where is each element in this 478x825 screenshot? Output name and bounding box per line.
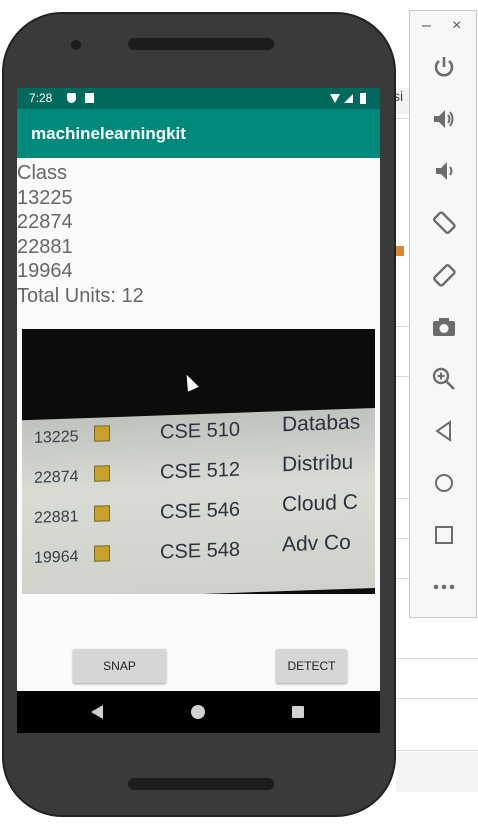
navigation-bar [17, 691, 380, 733]
desktop: si 7:28 machinelearningkit Class 13225 2… [0, 0, 478, 825]
captured-course: CSE 512 [160, 458, 241, 484]
captured-course: CSE 548 [160, 538, 241, 564]
captured-title: Distribu [282, 450, 354, 477]
rotate-right-icon[interactable] [430, 261, 458, 289]
captured-course: CSE 546 [160, 498, 241, 524]
back-icon[interactable] [430, 417, 458, 445]
captured-schedule: 13225 CSE 510 Databas 22874 CSE 512 Dist… [22, 407, 375, 594]
bottom-speaker [128, 778, 274, 790]
snap-button[interactable]: SNAP [73, 649, 166, 683]
captured-title: Databas [282, 410, 361, 437]
rotate-left-icon[interactable] [430, 209, 458, 237]
volume-down-icon[interactable] [430, 157, 458, 185]
class-code: 22874 [17, 211, 73, 233]
emulator-toolbar: – × [409, 10, 477, 618]
wifi-icon [330, 94, 340, 103]
battery-icon [360, 93, 366, 104]
nav-home-icon[interactable] [191, 705, 205, 719]
sd-card-icon [85, 93, 94, 103]
class-code: 19964 [17, 260, 73, 282]
shield-icon [67, 93, 76, 103]
book-icon [94, 465, 110, 482]
detect-button[interactable]: DETECT [276, 649, 347, 683]
captured-class-number: 19964 [34, 548, 79, 567]
device-screen: 7:28 machinelearningkit Class 13225 2287… [17, 88, 380, 733]
power-icon[interactable] [430, 53, 458, 81]
captured-title: Cloud C [282, 490, 358, 517]
more-icon[interactable] [430, 573, 458, 601]
zoom-in-icon[interactable] [430, 365, 458, 393]
captured-class-number: 13225 [34, 428, 79, 447]
book-icon [94, 545, 110, 562]
app-title: machinelearningkit [31, 124, 186, 143]
result-header: Class [17, 162, 68, 184]
camera-icon[interactable] [430, 313, 458, 341]
minimize-button[interactable]: – [422, 17, 431, 35]
nav-back-icon[interactable] [91, 705, 103, 719]
captured-class-number: 22874 [34, 468, 79, 487]
nav-overview-icon[interactable] [292, 706, 304, 718]
front-camera [71, 40, 81, 50]
result-text: Class 13225 22874 22881 19964 Total Unit… [17, 161, 144, 308]
book-icon [94, 505, 110, 522]
captured-title: Adv Co [282, 530, 351, 557]
captured-course: CSE 510 [160, 418, 241, 444]
class-code: 22881 [17, 235, 73, 258]
volume-up-icon[interactable] [430, 105, 458, 133]
app-bar: machinelearningkit [17, 109, 380, 158]
book-icon [94, 425, 110, 442]
home-icon[interactable] [430, 469, 458, 497]
captured-class-number: 22881 [34, 508, 79, 527]
total-units: Total Units: 12 [17, 284, 144, 307]
status-time: 7:28 [29, 91, 53, 105]
overview-icon[interactable] [430, 521, 458, 549]
close-button[interactable]: × [452, 17, 461, 35]
background-window-fragment [396, 752, 478, 792]
class-code: 13225 [17, 186, 73, 209]
camera-preview-image: 13225 CSE 510 Databas 22874 CSE 512 Dist… [22, 329, 375, 594]
earpiece-speaker [128, 38, 274, 50]
status-bar: 7:28 [17, 88, 380, 109]
signal-icon [344, 94, 353, 103]
